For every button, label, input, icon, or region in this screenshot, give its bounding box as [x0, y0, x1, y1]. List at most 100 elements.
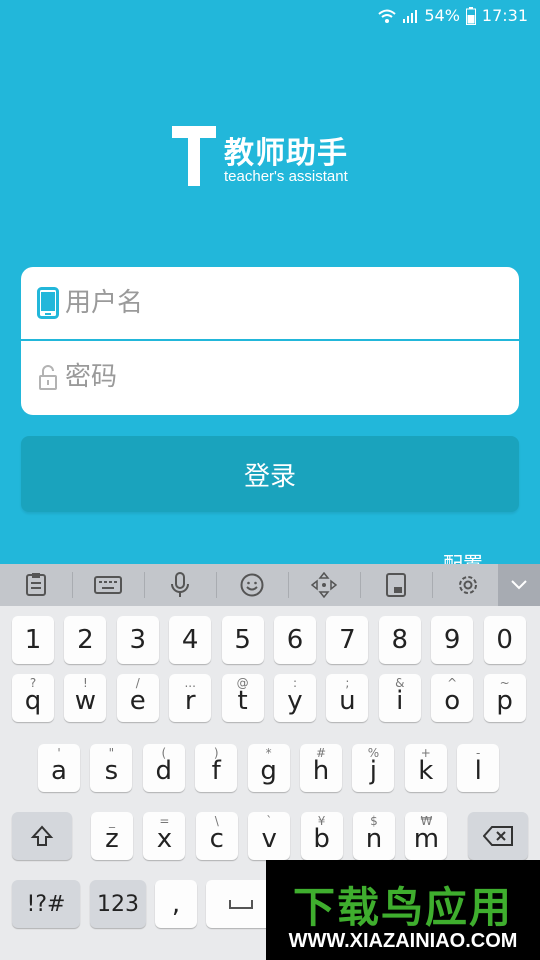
key-alt-label: `: [266, 814, 273, 828]
backspace-icon: [483, 826, 513, 846]
key-h[interactable]: # h: [300, 744, 342, 792]
symbols-key[interactable]: !?#: [12, 880, 80, 928]
key-4[interactable]: 4: [169, 616, 212, 664]
keyboard-icon[interactable]: [72, 564, 144, 606]
key-q[interactable]: ? q: [12, 674, 54, 722]
cursor-move-icon[interactable]: [288, 564, 360, 606]
password-field: [21, 341, 519, 415]
wifi-icon: [378, 9, 396, 23]
microphone-icon[interactable]: [144, 564, 216, 606]
key-alt-label: =: [159, 814, 170, 828]
key-alt-label: !: [82, 676, 88, 690]
key-5[interactable]: 5: [221, 616, 264, 664]
key-y[interactable]: :y: [274, 674, 316, 722]
key-1[interactable]: 1: [12, 616, 54, 664]
key-6[interactable]: 6: [274, 616, 316, 664]
key-e[interactable]: / e: [116, 674, 159, 722]
clock: 17:31: [481, 6, 528, 25]
key-0[interactable]: 0: [483, 616, 526, 664]
key-alt-label: ": [108, 746, 115, 760]
key-9[interactable]: 9: [431, 616, 474, 664]
key-alt-label: @: [236, 676, 249, 690]
key-label: j: [369, 756, 377, 786]
key-label: o: [444, 686, 461, 716]
key-m[interactable]: ₩ m: [405, 812, 448, 860]
key-label: 3: [129, 625, 147, 655]
key-d[interactable]: (d: [142, 744, 185, 792]
key-r[interactable]: ... r: [169, 674, 212, 722]
signal-icon: [403, 9, 418, 23]
watermark-url: WWW.XIAZAINIAO.COM: [288, 930, 518, 952]
key-7[interactable]: 7: [326, 616, 369, 664]
key-alt-label: &: [395, 676, 405, 690]
key-alt-label: ^: [447, 676, 458, 690]
key-n[interactable]: $ n: [353, 812, 395, 860]
settings-icon[interactable]: [432, 564, 504, 606]
key-z[interactable]: _ z: [91, 812, 133, 860]
key-alt-label: ₩: [420, 814, 433, 828]
key-k[interactable]: + k: [404, 744, 447, 792]
key-2[interactable]: 2: [64, 616, 107, 664]
key-u[interactable]: ; u: [326, 674, 369, 722]
key-label: 6: [286, 625, 304, 655]
app-title: 教师助手: [224, 136, 348, 171]
key-label: m: [413, 824, 440, 854]
key-label: l: [474, 756, 482, 786]
key-label: c: [209, 824, 224, 854]
key-s[interactable]: " s: [90, 744, 133, 792]
key-label: z: [105, 824, 119, 854]
key-8[interactable]: 8: [378, 616, 421, 664]
key-alt-label: ;: [345, 676, 350, 690]
key-label: 7: [339, 625, 356, 655]
lock-icon: [39, 365, 57, 390]
username-input[interactable]: [65, 281, 505, 325]
numbers-key[interactable]: 123: [90, 880, 146, 928]
key-label: e: [129, 686, 146, 716]
key-label: 2: [77, 625, 94, 655]
key-label: 1: [24, 625, 42, 655]
comma-key[interactable]: ,: [155, 880, 197, 928]
key-p[interactable]: ~ p: [483, 674, 526, 722]
key-label: u: [339, 686, 356, 716]
emoji-icon[interactable]: [216, 564, 288, 606]
key-label: v: [261, 824, 277, 854]
key-i[interactable]: & i: [378, 674, 421, 722]
key-w[interactable]: ! w: [64, 674, 107, 722]
status-right: 54% 17:31: [378, 6, 528, 25]
key-label: 8: [391, 625, 409, 655]
one-hand-icon[interactable]: [360, 564, 432, 606]
key-v[interactable]: ` v: [248, 812, 291, 860]
key-label: x: [156, 824, 173, 854]
login-button[interactable]: 登录: [21, 436, 519, 512]
key-x[interactable]: = x: [143, 812, 186, 860]
key-t[interactable]: @ t: [221, 674, 264, 722]
key-alt-label: -: [476, 746, 481, 760]
key-label: 5: [234, 625, 251, 655]
key-label: d: [155, 756, 173, 786]
key-c[interactable]: \ c: [195, 812, 238, 860]
watermark-banner: 下载鸟应用 WWW.XIAZAINIAO.COM: [266, 860, 540, 960]
backspace-key[interactable]: [468, 812, 528, 860]
key-j[interactable]: % j: [352, 744, 395, 792]
key-f[interactable]: ) f: [195, 744, 238, 792]
key-g[interactable]: * g: [247, 744, 290, 792]
key-label: q: [24, 686, 42, 716]
phone-icon: [37, 287, 59, 319]
chevron-down-icon[interactable]: [498, 564, 540, 606]
status-bar: 54% 17:31: [0, 0, 540, 34]
watermark-title: 下载鸟应用: [292, 883, 513, 932]
password-input[interactable]: [65, 355, 505, 399]
key-a[interactable]: ' a: [38, 744, 80, 792]
key-3[interactable]: 3: [116, 616, 159, 664]
key-label: 0: [496, 625, 513, 655]
key-alt-label: :: [292, 676, 298, 690]
clipboard-icon[interactable]: [0, 564, 72, 606]
battery-percent: 54%: [424, 6, 460, 25]
key-label: f: [211, 756, 221, 786]
key-o[interactable]: ^ o: [431, 674, 474, 722]
key-l[interactable]: -l: [457, 744, 500, 792]
shift-key[interactable]: [12, 812, 72, 860]
key-alt-label: _: [109, 814, 115, 828]
key-label: n: [365, 824, 383, 854]
key-b[interactable]: ¥ b: [300, 812, 343, 860]
